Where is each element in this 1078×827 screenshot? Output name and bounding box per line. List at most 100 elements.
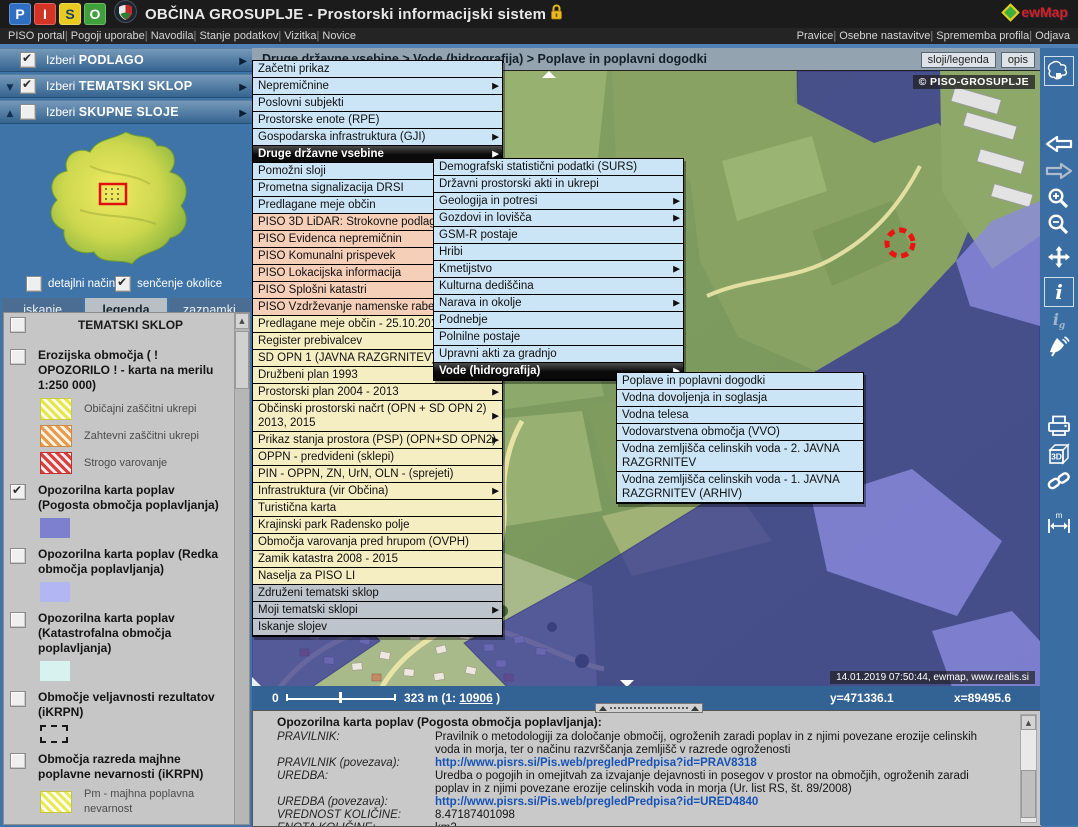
- print-button[interactable]: [1046, 414, 1072, 438]
- legend-checkbox[interactable]: [10, 691, 26, 707]
- submenu-arrow-icon: [492, 484, 499, 499]
- menubar-link[interactable]: Stanje podatkov: [194, 30, 279, 42]
- layer-selector-row[interactable]: Izberi PODLAGO: [0, 48, 252, 72]
- menu-item[interactable]: Upravni akti za gradnjo: [434, 346, 683, 363]
- back-arrow-button[interactable]: [1045, 134, 1073, 154]
- gps-button[interactable]: [1047, 335, 1071, 359]
- menubar-link[interactable]: Pravice: [797, 30, 834, 42]
- breadcrumb-buttons: sloji/legenda opis: [921, 50, 1040, 68]
- breadcrumb-button[interactable]: opis: [1001, 52, 1035, 68]
- details-title: Opozorilna karta poplav (Pogosta območja…: [277, 716, 1001, 729]
- handle-up-icon: [599, 706, 607, 711]
- menu-item[interactable]: Združeni tematski sklop: [253, 585, 502, 602]
- menubar-link[interactable]: Odjava: [1029, 30, 1070, 42]
- menu-item[interactable]: Prikaz stanja prostora (PSP) (OPN+SD OPN…: [253, 432, 502, 449]
- menu-item[interactable]: Vodna telesa: [617, 407, 863, 424]
- menu-item[interactable]: PIN - OPPN, ZN, UrN, OLN - (sprejeti): [253, 466, 502, 483]
- menu-item[interactable]: Prostorski plan 2004 - 2013: [253, 384, 502, 401]
- menu-item[interactable]: Vodna zemljišča celinskih voda - 2. JAVN…: [617, 441, 863, 472]
- menu-item[interactable]: Kulturna dediščina: [434, 278, 683, 295]
- menu-item[interactable]: Infrastruktura (vir Občina): [253, 483, 502, 500]
- scroll-up-icon[interactable]: [235, 313, 249, 329]
- pan-button[interactable]: [1047, 245, 1071, 269]
- menubar-link[interactable]: Navodila: [145, 30, 194, 42]
- details-scrollbar[interactable]: [1020, 714, 1037, 823]
- info-tool-button[interactable]: i: [1044, 277, 1074, 307]
- menu-item[interactable]: OPPN - predvideni (sklepi): [253, 449, 502, 466]
- menu-item[interactable]: Nepremičnine: [253, 78, 502, 95]
- legend-checkbox[interactable]: [10, 484, 26, 500]
- legend-header-checkbox[interactable]: [10, 317, 26, 333]
- selector-checkbox[interactable]: [20, 52, 36, 68]
- overview-map[interactable]: [0, 126, 252, 274]
- menu-item[interactable]: Hribi: [434, 244, 683, 261]
- legend-checkbox[interactable]: [10, 753, 26, 769]
- legend-checkbox[interactable]: [10, 612, 26, 628]
- open-menu-arrow-icon[interactable]: [239, 51, 247, 69]
- menu-item[interactable]: Poslovni subjekti: [253, 95, 502, 112]
- menubar-link[interactable]: PISO portal: [8, 30, 65, 42]
- handle-up-icon: [691, 706, 699, 711]
- panel-resize-handle[interactable]: [595, 703, 703, 713]
- open-menu-arrow-icon[interactable]: [239, 77, 247, 95]
- collapse-arrow-icon[interactable]: [0, 77, 20, 95]
- menu-item[interactable]: Poplave in poplavni dogodki: [617, 373, 863, 390]
- menu-item[interactable]: Vodovarstvena območja (VVO): [617, 424, 863, 441]
- menubar-link[interactable]: Novice: [316, 30, 356, 42]
- menu-item[interactable]: Iskanje slojev: [253, 619, 502, 636]
- legend-checkbox[interactable]: [10, 349, 26, 365]
- collapse-arrow-icon[interactable]: [0, 103, 20, 121]
- zoom-out-button[interactable]: [1047, 213, 1071, 237]
- breadcrumb-button[interactable]: sloji/legenda: [921, 52, 996, 68]
- menubar-link[interactable]: Sprememba profila: [930, 30, 1029, 42]
- group-info-tool-button[interactable]: ig: [1053, 310, 1065, 331]
- app-header: PISO OBČINA GROSUPLJE - Prostorski infor…: [0, 0, 1078, 28]
- menu-item[interactable]: Turistična karta: [253, 500, 502, 517]
- full-extent-button[interactable]: [1044, 56, 1074, 86]
- menu-item[interactable]: Vodna zemljišča celinskih voda - 1. JAVN…: [617, 472, 863, 503]
- menu-item[interactable]: Začetni prikaz: [253, 61, 502, 78]
- layer-selector-row[interactable]: Izberi TEMATSKI SKLOP: [0, 74, 252, 98]
- submenu-arrow-icon: [673, 296, 680, 311]
- menu-item[interactable]: Demografski statistični podatki (SURS): [434, 159, 683, 176]
- zoom-in-button[interactable]: [1047, 187, 1071, 211]
- menu-item[interactable]: Podnebje: [434, 312, 683, 329]
- scroll-thumb[interactable]: [1021, 770, 1036, 818]
- legend-checkbox[interactable]: [10, 548, 26, 564]
- share-link-button[interactable]: [1046, 469, 1072, 493]
- legend-scrollbar[interactable]: [234, 313, 249, 824]
- menu-item[interactable]: Občinski prostorski načrt (OPN + SD OPN …: [253, 401, 502, 432]
- menu-item[interactable]: Geologija in potresi: [434, 193, 683, 210]
- menu-item[interactable]: Krajinski park Radensko polje: [253, 517, 502, 534]
- menubar-link[interactable]: Vizitka: [278, 30, 316, 42]
- menu-item[interactable]: Kmetijstvo: [434, 261, 683, 278]
- menu-item[interactable]: Vodna dovoljenja in soglasja: [617, 390, 863, 407]
- scale-value-link[interactable]: 10906: [459, 691, 492, 705]
- menu-item[interactable]: Naselja za PISO LI: [253, 568, 502, 585]
- forward-arrow-button[interactable]: [1045, 161, 1073, 181]
- option-checkbox[interactable]: [26, 276, 42, 292]
- layer-selector-row[interactable]: Izberi SKUPNE SLOJE: [0, 100, 252, 124]
- menu-item[interactable]: GSM-R postaje: [434, 227, 683, 244]
- piso-logo[interactable]: PISO: [6, 3, 106, 25]
- measure-button[interactable]: m: [1045, 510, 1073, 536]
- menu-item[interactable]: Zamik katastra 2008 - 2015: [253, 551, 502, 568]
- option-checkbox[interactable]: [115, 276, 131, 292]
- menubar-link[interactable]: Osebne nastavitve: [833, 30, 930, 42]
- menu-item[interactable]: Narava in okolje: [434, 295, 683, 312]
- menu-item[interactable]: Gospodarska infrastruktura (GJI): [253, 129, 502, 146]
- menu-item[interactable]: Polnilne postaje: [434, 329, 683, 346]
- open-menu-arrow-icon[interactable]: [239, 103, 247, 121]
- menu-item[interactable]: Gozdovi in lovišča: [434, 210, 683, 227]
- scroll-thumb[interactable]: [235, 331, 249, 389]
- menu-item[interactable]: Moji tematski sklopi: [253, 602, 502, 619]
- menu-item[interactable]: Območja varovanja pred hrupom (OVPH): [253, 534, 502, 551]
- menubar-link[interactable]: Pogoji uporabe: [65, 30, 145, 42]
- 3d-view-button[interactable]: 3D: [1046, 442, 1072, 466]
- selector-checkbox[interactable]: [20, 104, 36, 120]
- menu-item[interactable]: Državni prostorski akti in ukrepi: [434, 176, 683, 193]
- scroll-up-icon[interactable]: [1021, 715, 1036, 730]
- selector-checkbox[interactable]: [20, 78, 36, 94]
- collapse-up-icon[interactable]: [542, 71, 556, 78]
- menu-item[interactable]: Prostorske enote (RPE): [253, 112, 502, 129]
